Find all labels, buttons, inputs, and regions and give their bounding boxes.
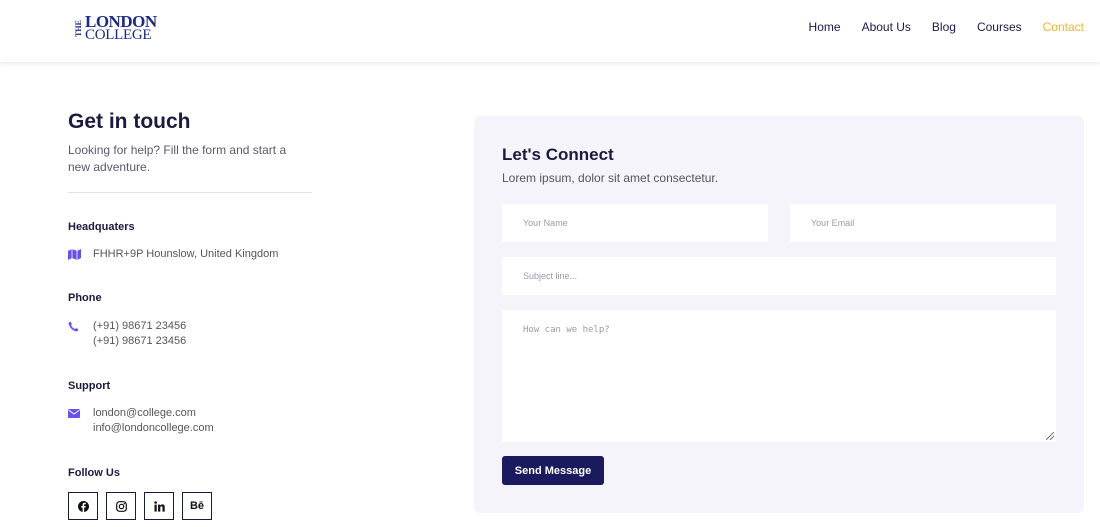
- phone-numbers: (+91) 98671 23456 (+91) 98671 23456: [93, 319, 186, 349]
- social-links: Bē: [68, 492, 212, 520]
- support-label: Support: [68, 380, 111, 392]
- support-email-2[interactable]: info@londoncollege.com: [93, 421, 214, 436]
- nav-blog[interactable]: Blog: [932, 20, 956, 34]
- headquarters-address: FHHR+9P Hounslow, United Kingdom: [93, 248, 279, 260]
- facebook-icon: [77, 500, 89, 512]
- nav-about-us[interactable]: About Us: [862, 20, 911, 34]
- phone-number-1[interactable]: (+91) 98671 23456: [93, 319, 186, 334]
- main-nav: Home About Us Blog Courses Contact: [809, 20, 1084, 34]
- send-message-button[interactable]: Send Message: [502, 456, 604, 485]
- follow-label: Follow Us: [68, 467, 120, 479]
- linkedin-icon: [153, 500, 165, 512]
- phone-number-2[interactable]: (+91) 98671 23456: [93, 334, 186, 349]
- resize-grip-icon[interactable]: [1046, 432, 1054, 440]
- nav-courses[interactable]: Courses: [977, 20, 1022, 34]
- nav-contact[interactable]: Contact: [1043, 20, 1084, 34]
- divider: [68, 192, 312, 193]
- headquarters-row: FHHR+9P Hounslow, United Kingdom: [68, 247, 278, 262]
- phone-row: (+91) 98671 23456 (+91) 98671 23456: [68, 319, 186, 349]
- subject-input[interactable]: Subject line...: [502, 257, 1056, 295]
- phone-icon: [68, 319, 93, 349]
- contact-form-card: Let's Connect Lorem ipsum, dolor sit ame…: [474, 116, 1084, 513]
- form-subtitle: Lorem ipsum, dolor sit amet consectetur.: [502, 171, 719, 185]
- phone-label: Phone: [68, 292, 102, 304]
- site-header: THE LONDON COLLEGE Home About Us Blog Co…: [0, 0, 1100, 62]
- page-lead: Looking for help? Fill the form and star…: [68, 143, 287, 174]
- form-title: Let's Connect: [502, 145, 614, 164]
- map-icon: [68, 247, 93, 262]
- behance-link[interactable]: Bē: [182, 492, 212, 520]
- college-logo[interactable]: THE LONDON COLLEGE: [74, 13, 157, 43]
- envelope-icon: [68, 406, 93, 436]
- logo-words: LONDON COLLEGE: [85, 13, 157, 43]
- name-input[interactable]: Your Name: [502, 204, 768, 242]
- nav-home[interactable]: Home: [809, 20, 841, 34]
- behance-icon: Bē: [189, 500, 205, 512]
- support-row: london@college.com info@londoncollege.co…: [68, 406, 214, 436]
- support-emails: london@college.com info@londoncollege.co…: [93, 406, 214, 436]
- message-placeholder: How can we help?: [523, 325, 610, 335]
- contact-info: Get in touch Looking for help? Fill the …: [68, 110, 312, 520]
- linkedin-link[interactable]: [144, 492, 174, 520]
- page-title: Get in touch: [68, 110, 191, 133]
- message-textarea[interactable]: How can we help?: [502, 310, 1056, 442]
- headquarters-label: Headquaters: [68, 221, 135, 233]
- logo-college: COLLEGE: [85, 27, 152, 43]
- logo-the: THE: [74, 19, 83, 37]
- instagram-icon: [115, 500, 127, 512]
- instagram-link[interactable]: [106, 492, 136, 520]
- email-input[interactable]: Your Email: [790, 204, 1056, 242]
- facebook-link[interactable]: [68, 492, 98, 520]
- support-email-1[interactable]: london@college.com: [93, 406, 214, 421]
